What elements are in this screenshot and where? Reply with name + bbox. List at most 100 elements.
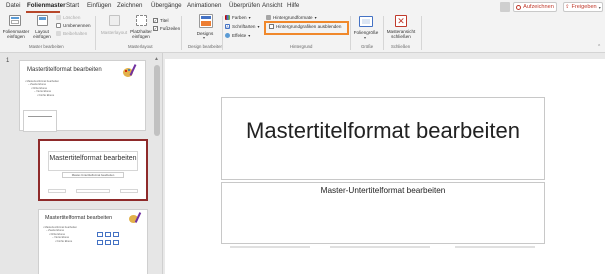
master-layout-icon	[109, 15, 120, 26]
thumbnail-text: • Mastertextformat bearbeiten – Zweite E…	[25, 80, 60, 97]
chevron-down-icon: ▾	[257, 24, 260, 29]
slide-title: Mastertitelformat bearbeiten	[246, 118, 520, 143]
menu-uebergaenge[interactable]: Übergänge	[151, 2, 182, 9]
effects-icon	[225, 33, 230, 38]
footer-placeholder[interactable]	[330, 246, 430, 248]
title-placeholder[interactable]: Mastertitelformat bearbeiten	[221, 97, 545, 180]
date-placeholder[interactable]	[230, 246, 310, 248]
rename-button[interactable]: Umbenennen	[56, 23, 91, 28]
divider	[421, 16, 422, 50]
menu-einfuegen[interactable]: Einfügen	[87, 2, 111, 9]
thumbnail-footer	[48, 189, 66, 193]
share-button[interactable]: ⇪ Freigeben ▾	[563, 2, 603, 12]
divider	[350, 16, 351, 50]
palette-icon	[123, 64, 137, 78]
divider	[181, 16, 182, 50]
scroll-up-icon[interactable]: ▲	[154, 56, 159, 62]
menu-bar: Datei Folienmaster Start Einfügen Zeichn…	[0, 0, 605, 13]
chevron-down-icon: ▾	[248, 15, 251, 20]
colors-label: Farben	[232, 15, 247, 20]
palette-icon	[129, 212, 142, 224]
scroll-thumb[interactable]	[154, 65, 160, 136]
group-label-background: Hintergrund	[290, 44, 313, 49]
colors-button[interactable]: Farben ▾	[225, 15, 251, 20]
record-icon	[516, 4, 522, 10]
divider	[95, 16, 96, 50]
background-styles-button[interactable]: Hintergrundformate ▾	[266, 15, 317, 20]
layout-thumbnail-mini[interactable]	[23, 110, 57, 132]
pin-icon	[56, 31, 61, 36]
thumbnail-footer	[120, 189, 138, 193]
highlight-box	[264, 21, 349, 35]
preserve-label: Beibehalten	[63, 31, 88, 36]
chevron-down-icon: ▾	[248, 33, 251, 38]
divider	[222, 16, 223, 50]
thumbnail-footer	[76, 189, 110, 193]
checkbox-icon: ✓	[153, 17, 158, 23]
chevron-down-icon: ▾	[203, 35, 206, 40]
effects-label: Effekte	[232, 33, 247, 38]
rename-icon	[56, 23, 61, 28]
close-master-button[interactable]: Masteransicht schließen	[384, 29, 418, 39]
menu-datei[interactable]: Datei	[6, 2, 20, 9]
insert-placeholder-icon	[136, 15, 147, 26]
group-label-master: Master bearbeiten	[29, 44, 64, 49]
group-label-design: Design bearbeiten	[188, 44, 223, 49]
thumbnail-subtitle: Master-Untertitelformat bearbeiten	[62, 172, 124, 178]
share-label: Freigeben	[571, 4, 597, 10]
record-label: Aufzeichnen	[523, 4, 554, 10]
slide-subtitle: Master-Untertitelformat bearbeiten	[320, 186, 446, 195]
thumbnail-title: Mastertitelformat bearbeiten	[27, 67, 102, 73]
menu-ansicht[interactable]: Ansicht	[262, 2, 282, 9]
fonts-button[interactable]: A Schriftarten ▾	[225, 24, 260, 29]
close-master-icon: ✕	[395, 15, 407, 27]
layout-thumbnail-3[interactable]: Mastertitelformat bearbeiten • Mastertex…	[38, 209, 148, 274]
group-label-size: Größe	[361, 44, 374, 49]
record-button[interactable]: Aufzeichnen	[513, 2, 557, 12]
layout-thumbnail-selected[interactable]: Mastertitelformat bearbeiten Master-Unte…	[38, 139, 148, 201]
preserve-button[interactable]: Beibehalten	[56, 31, 87, 36]
collapse-ribbon-icon[interactable]: ⌃	[597, 44, 601, 50]
menu-animationen[interactable]: Animationen	[187, 2, 221, 9]
menu-folienmaster[interactable]: Folienmaster	[27, 2, 66, 9]
delete-icon	[56, 15, 61, 20]
insert-master-button[interactable]: Folienmaster einfügen	[2, 29, 30, 39]
fonts-label: Schriftarten	[232, 24, 256, 29]
insert-placeholder-button[interactable]: Platzhalter einfügen	[127, 29, 155, 39]
thumbnail-title: Mastertitelformat bearbeiten	[49, 155, 137, 162]
share-icon: ⇪	[565, 4, 570, 10]
delete-label: Löschen	[63, 15, 81, 20]
checkbox-icon: ✓	[153, 25, 158, 31]
title-checkbox[interactable]: ✓ Titel	[153, 18, 169, 23]
subtitle-placeholder[interactable]: Master-Untertitelformat bearbeiten	[221, 182, 545, 244]
insert-layout-button[interactable]: Layout einfügen	[31, 29, 53, 39]
comments-button[interactable]	[500, 2, 510, 12]
footer-checkbox[interactable]: ✓ Fußzeilen	[153, 26, 180, 31]
background-styles-icon	[266, 15, 271, 20]
fonts-icon: A	[225, 24, 230, 29]
menu-start[interactable]: Start	[66, 2, 79, 9]
master-layout-button[interactable]: Masterlayout	[98, 30, 130, 35]
menu-hilfe[interactable]: Hilfe	[287, 2, 299, 9]
thumbnail-text: • Mastertextformat bearbeiten – Zweite E…	[43, 226, 78, 243]
thumbnail-scrollbar[interactable]: ▲	[153, 56, 161, 274]
effects-button[interactable]: Effekte ▾	[225, 33, 250, 38]
chevron-down-icon: ▾	[364, 35, 367, 40]
rename-label: Umbenennen	[63, 23, 91, 28]
slide-size-icon	[359, 16, 373, 27]
content-placeholder-icons	[97, 232, 121, 248]
designs-icon	[199, 14, 213, 28]
delete-button[interactable]: Löschen	[56, 15, 80, 20]
menu-zeichnen[interactable]: Zeichnen	[117, 2, 142, 9]
footer-checkbox-label: Fußzeilen	[160, 26, 181, 31]
slide-number-placeholder[interactable]	[455, 246, 535, 248]
thumbnail-title: Mastertitelformat bearbeiten	[45, 215, 113, 221]
chevron-down-icon: ▾	[598, 4, 601, 10]
group-label-close: Schließen	[391, 44, 411, 49]
chevron-down-icon: ▾	[314, 15, 317, 20]
colors-icon	[225, 15, 230, 20]
group-label-layout: Masterlayout	[128, 44, 153, 49]
menu-ueberpruefen[interactable]: Überprüfen	[229, 2, 260, 9]
insert-master-icon	[9, 15, 21, 26]
slide-number: 1	[6, 58, 10, 64]
